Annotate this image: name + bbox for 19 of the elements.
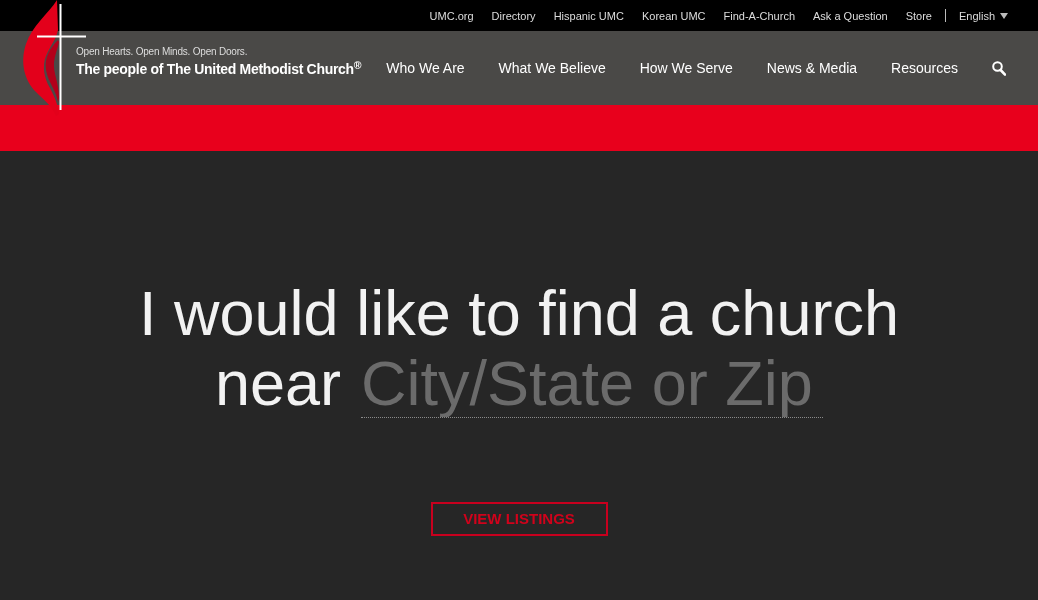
nav-link[interactable]: News & Media	[766, 59, 858, 77]
utility-link[interactable]: UMC.org	[429, 8, 474, 23]
search-icon[interactable]	[992, 60, 1006, 76]
utility-link[interactable]: Find-A-Church	[723, 8, 796, 23]
utility-link[interactable]: Store	[905, 8, 932, 23]
utility-link[interactable]: Directory	[491, 8, 536, 23]
tagline-text: Open Hearts. Open Minds. Open Doors.	[76, 46, 249, 58]
nav-link[interactable]: Who We Are	[386, 59, 465, 77]
utility-link[interactable]: Ask a Question	[813, 8, 888, 23]
nav-link[interactable]: What We Believe	[498, 59, 606, 77]
wordmark-text: The people of The United Methodist Church$^{®}$	[76, 60, 362, 78]
caret-icon	[1000, 12, 1008, 19]
lead-text: near	[214, 348, 342, 418]
nav-link[interactable]: Resources	[891, 59, 958, 77]
language-selector[interactable]: English	[958, 8, 1008, 23]
nav-link[interactable]: How We Serve	[639, 59, 733, 77]
utility-link[interactable]: Hispanic UMC	[553, 8, 624, 23]
headline-text: I would like to find a church	[139, 278, 899, 348]
utility-link[interactable]: Korean UMC	[641, 8, 706, 23]
